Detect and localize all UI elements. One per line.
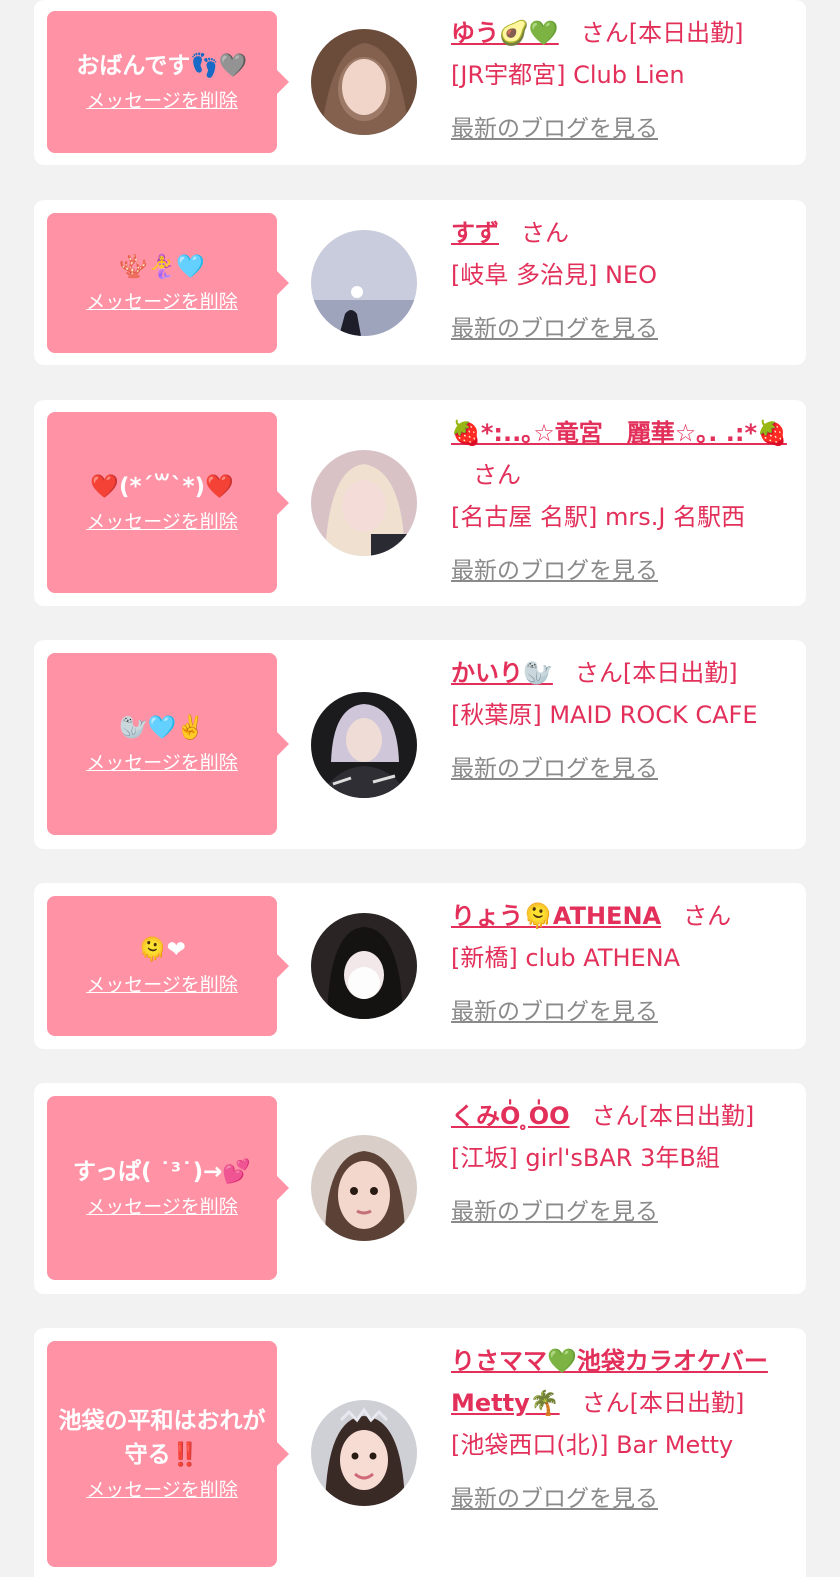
avatar[interactable] [311,1135,417,1241]
message-text: 🫠❤ [138,937,186,963]
message-card: ❤️(*´꒳`*)❤️ メッセージを削除 🍓*:..｡☆竜宮 麗華☆｡. .:*… [34,400,806,606]
message-bubble: すっぱ( ˙³˙)→💕 メッセージを削除 [47,1096,289,1280]
cast-name-link[interactable]: ゆう🥑💚 [451,19,559,47]
message-bubble: 🫠❤ メッセージを削除 [47,896,289,1036]
shop-name: [岐阜 多治見] NEO [451,261,657,289]
message-card: 🫠❤ メッセージを削除 りょう🫠ATHENA さん [新橋] club ATHEN… [34,883,806,1049]
delete-message-button[interactable]: メッセージを削除 [86,288,238,316]
san-label: さん [591,1102,640,1130]
message-text: すっぱ( ˙³˙)→💕 [72,1159,252,1185]
delete-message-button[interactable]: メッセージを削除 [86,508,238,536]
cast-info: すず さん [岐阜 多治見] NEO 最新のブログを見る [451,212,796,350]
attendance-status: [本日出勤] [622,659,738,687]
message-bubble: 🪸🧜‍♀️🩵 メッセージを削除 [47,213,289,353]
cast-name-link[interactable]: くみO̍ ̥O̍O [451,1102,570,1130]
message-card: おばんです👣🩶 メッセージを削除 ゆう🥑💚 さん[本日出勤] [JR宇都宮] Cl… [34,0,806,165]
message-text: ❤️(*´꒳`*)❤️ [90,473,234,500]
attendance-status: [本日出勤] [639,1102,755,1130]
cast-name-link[interactable]: かいり🦭 [451,659,553,687]
attendance-status: [本日出勤] [628,19,744,47]
latest-blog-link[interactable]: 最新のブログを見る [451,1191,796,1233]
avatar[interactable] [311,230,417,336]
san-label: さん [574,659,623,687]
san-label: さん [683,902,732,930]
shop-name: [池袋西口(北)] Bar Metty [451,1431,734,1459]
cast-name-link[interactable]: すず [451,219,499,247]
shop-name: [秋葉原] MAID ROCK CAFE [451,701,758,729]
cast-info: 🍓*:..｡☆竜宮 麗華☆｡. .:*🍓 さん [名古屋 名駅] mrs.J 名駅… [451,412,796,592]
latest-blog-link[interactable]: 最新のブログを見る [451,748,796,790]
message-text: おばんです👣🩶 [76,53,248,79]
cast-name-link[interactable]: りょう🫠ATHENA [451,902,661,930]
message-bubble: ❤️(*´꒳`*)❤️ メッセージを削除 [47,412,289,593]
message-card: 🪸🧜‍♀️🩵 メッセージを削除 すず さん [岐阜 多治見] NEO 最新のブログ… [34,200,806,365]
latest-blog-link[interactable]: 最新のブログを見る [451,550,796,592]
cast-name-link[interactable]: 🍓*:..｡☆竜宮 麗華☆｡. .:*🍓 [451,419,787,447]
delete-message-button[interactable]: メッセージを削除 [86,1193,238,1221]
message-card: 🦭🩵✌️ メッセージを削除 かいり🦭 さん[本日出勤] [秋葉原] MAID RO… [34,640,806,849]
san-label: さん [581,1389,630,1417]
message-bubble: 🦭🩵✌️ メッセージを削除 [47,653,289,835]
latest-blog-link[interactable]: 最新のブログを見る [451,991,796,1033]
shop-name: [名古屋 名駅] mrs.J 名駅西 [451,503,746,531]
cast-info: りょう🫠ATHENA さん [新橋] club ATHENA 最新のブログを見る [451,895,796,1033]
message-list: おばんです👣🩶 メッセージを削除 ゆう🥑💚 さん[本日出勤] [JR宇都宮] Cl… [0,0,840,1577]
shop-name: [新橋] club ATHENA [451,944,681,972]
avatar[interactable] [311,1400,417,1506]
message-bubble: 池袋の平和はおれが守る‼️ メッセージを削除 [47,1341,289,1567]
delete-message-button[interactable]: メッセージを削除 [86,87,238,115]
message-text: 🦭🩵✌️ [119,715,205,741]
message-bubble: おばんです👣🩶 メッセージを削除 [47,11,289,153]
avatar[interactable] [311,913,417,1019]
cast-info: ゆう🥑💚 さん[本日出勤] [JR宇都宮] Club Lien 最新のブログを見る [451,12,796,150]
delete-message-button[interactable]: メッセージを削除 [86,971,238,999]
message-card: 池袋の平和はおれが守る‼️ メッセージを削除 りさママ💚池袋カラオケバーMett… [34,1328,806,1577]
attendance-status: [本日出勤] [629,1389,745,1417]
san-label: さん [473,461,521,489]
cast-info: かいり🦭 さん[本日出勤] [秋葉原] MAID ROCK CAFE 最新のブログ… [451,652,796,790]
avatar[interactable] [311,29,417,135]
delete-message-button[interactable]: メッセージを削除 [86,1476,238,1504]
latest-blog-link[interactable]: 最新のブログを見る [451,1478,796,1520]
message-card: すっぱ( ˙³˙)→💕 メッセージを削除 くみO̍ ̥O̍O さん[本日出勤] [… [34,1083,806,1294]
latest-blog-link[interactable]: 最新のブログを見る [451,308,796,350]
cast-info: くみO̍ ̥O̍O さん[本日出勤] [江坂] girl'sBAR 3年B組 最新… [451,1095,796,1233]
shop-name: [江坂] girl'sBAR 3年B組 [451,1144,720,1172]
san-label: さん [521,219,569,247]
message-text: 🪸🧜‍♀️🩵 [119,254,205,280]
message-text: 池袋の平和はおれが守る‼️ [58,1408,266,1468]
latest-blog-link[interactable]: 最新のブログを見る [451,108,796,150]
delete-message-button[interactable]: メッセージを削除 [86,749,238,777]
avatar[interactable] [311,450,417,556]
shop-name: [JR宇都宮] Club Lien [451,61,685,89]
cast-info: りさママ💚池袋カラオケバーMetty🌴 さん[本日出勤] [池袋西口(北)] Ba… [451,1340,796,1520]
san-label: さん [580,19,629,47]
avatar[interactable] [311,692,417,798]
